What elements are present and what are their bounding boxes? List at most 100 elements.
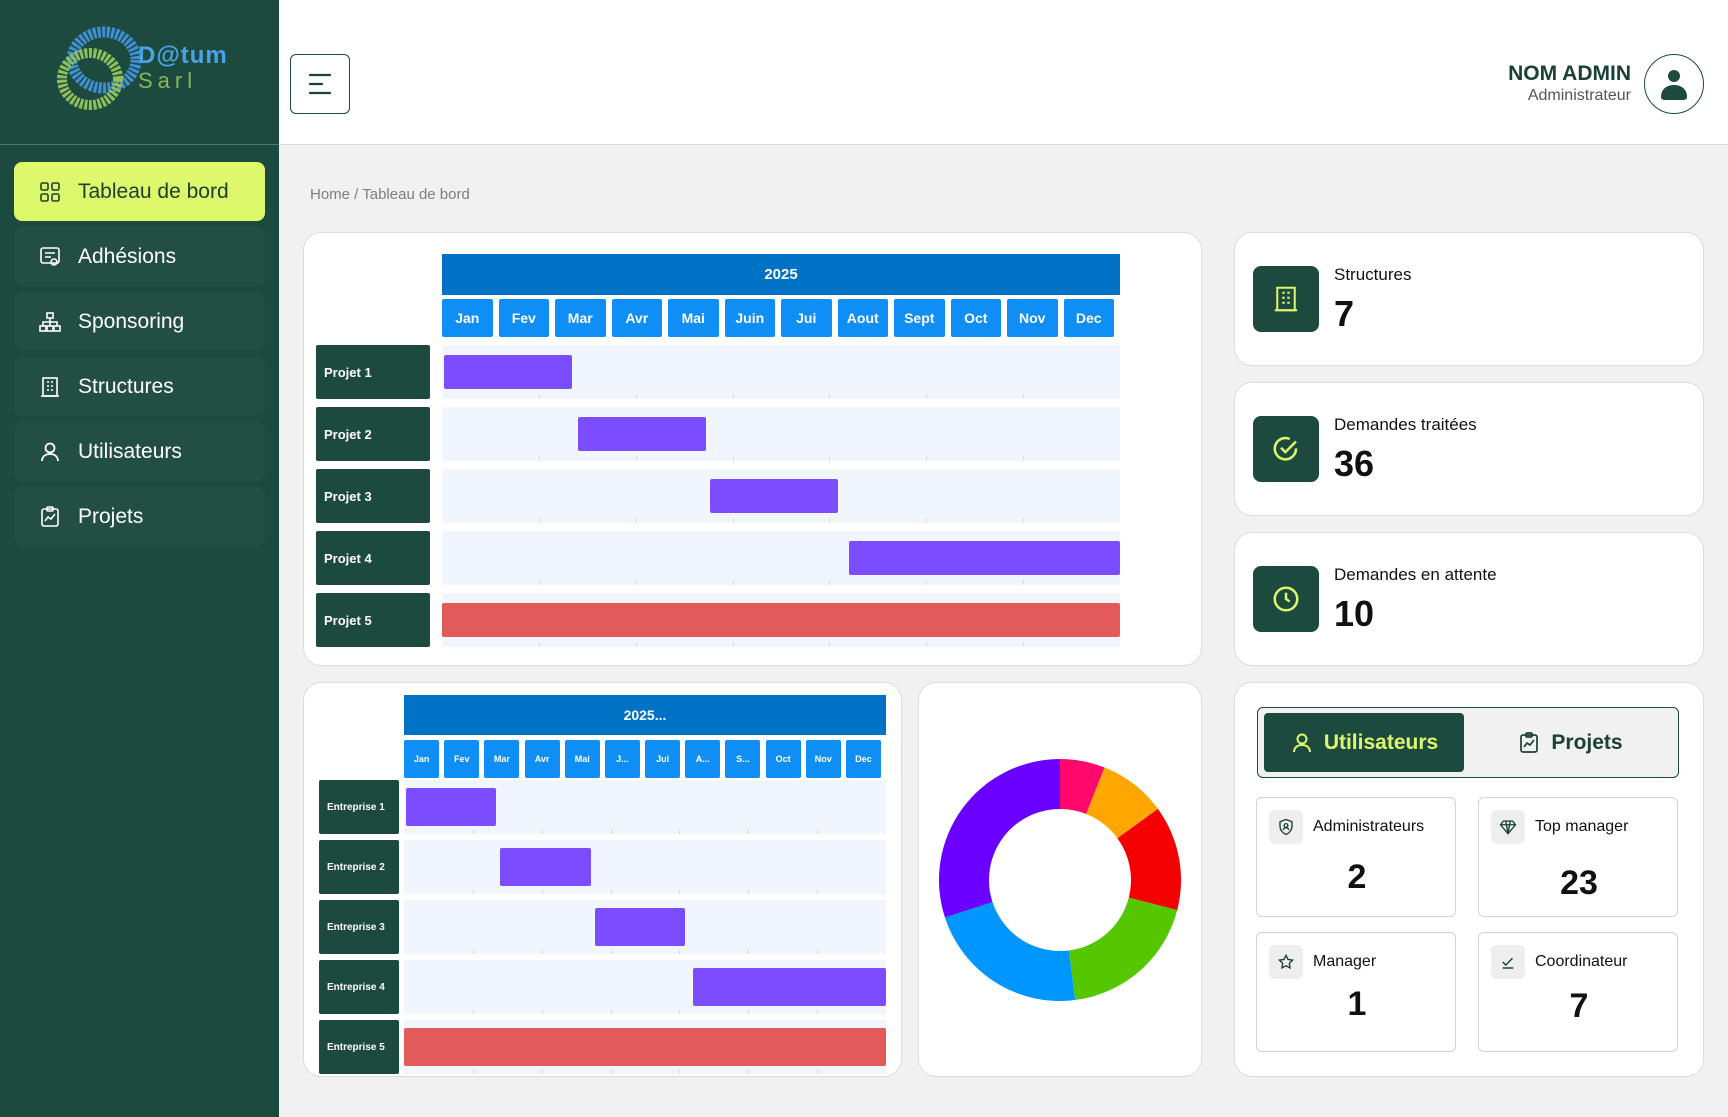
gantt-tick: [679, 1009, 681, 1014]
gantt-bar[interactable]: [594, 908, 686, 946]
sidebar: D@tum Sarl Tableau de bord Adhésions Spo…: [0, 0, 279, 1117]
shield-user-icon: [1269, 810, 1303, 844]
gantt-tick: [1023, 580, 1025, 585]
gantt-tick: [635, 642, 637, 647]
breadcrumb[interactable]: Home / Tableau de bord: [310, 186, 470, 203]
donut-slice-3[interactable]: [1068, 897, 1178, 1001]
sidebar-item-utilisateurs[interactable]: Utilisateurs: [14, 422, 265, 481]
tab-projets[interactable]: Projets: [1470, 713, 1670, 772]
role-label: Top manager: [1535, 818, 1629, 835]
gantt-tick: [748, 829, 750, 834]
brand-logo[interactable]: D@tum Sarl: [0, 0, 279, 145]
gantt-tick: [732, 456, 734, 461]
gantt-row-label: Projet 1: [316, 345, 430, 399]
gantt-month-10: Nov: [805, 740, 841, 778]
tab-label: Projets: [1551, 730, 1623, 754]
gantt-tick: [538, 642, 540, 647]
gantt-tick: [472, 889, 474, 894]
gantt-row-label: Entreprise 1: [319, 780, 399, 834]
role-value: 1: [1347, 985, 1367, 1023]
donut-chart: [939, 759, 1181, 1001]
gantt-bar[interactable]: [442, 603, 1120, 637]
gantt-month-1: Fev: [444, 740, 480, 778]
user-icon: [1292, 733, 1311, 752]
grid-icon: [40, 181, 60, 202]
diamond-icon: [1491, 810, 1525, 844]
gantt-row-label: Entreprise 3: [319, 900, 399, 954]
gantt-tick: [610, 1069, 612, 1074]
gantt-tick: [679, 889, 681, 894]
avatar[interactable]: [1644, 54, 1704, 114]
stat-label: Demandes en attente: [1334, 565, 1497, 584]
donut-slice-5[interactable]: [939, 759, 1060, 918]
gantt-tick: [635, 456, 637, 461]
stat-card-demandes-en-attente[interactable]: Demandes en attente 10: [1234, 532, 1704, 666]
gantt-month-2: Mar: [555, 299, 606, 337]
clipboard-chart-icon: [41, 505, 59, 527]
gantt-tick: [732, 642, 734, 647]
gantt-row-label: Projet 2: [316, 407, 430, 461]
sidebar-item-sponsoring[interactable]: Sponsoring: [14, 292, 265, 351]
gantt-row-label: Projet 5: [316, 593, 430, 647]
gantt-tick: [817, 829, 819, 834]
sidebar-item-projets[interactable]: Projets: [14, 487, 265, 546]
gantt-tick: [926, 518, 928, 523]
gantt-month-7: A...: [685, 740, 721, 778]
stat-value: 7: [1334, 293, 1355, 334]
gantt-bar[interactable]: [693, 968, 886, 1006]
gantt-row-label: Projet 3: [316, 469, 430, 523]
gantt-bar[interactable]: [406, 788, 497, 826]
gantt-tick: [732, 518, 734, 523]
roles-card: Utilisateurs Projets Administrateurs 2 T…: [1234, 682, 1704, 1077]
gantt-tick: [472, 829, 474, 834]
tab-label: Utilisateurs: [1323, 730, 1439, 754]
gantt-tick: [610, 1009, 612, 1014]
gantt-tick: [610, 949, 612, 954]
gantt-bar[interactable]: [444, 355, 572, 389]
building-icon: [41, 376, 59, 397]
sidebar-item-tableau-de-bord[interactable]: Tableau de bord: [14, 162, 265, 221]
role-card-top-manager[interactable]: Top manager 23: [1478, 797, 1678, 917]
gantt-tick: [926, 394, 928, 399]
gantt-row-label: Entreprise 2: [319, 840, 399, 894]
gantt-month-0: Jan: [404, 740, 440, 778]
gantt-bar[interactable]: [577, 417, 706, 451]
gantt-bar[interactable]: [500, 848, 591, 886]
hamburger-icon: [308, 73, 332, 95]
gantt-bar[interactable]: [848, 541, 1120, 575]
gantt-bar[interactable]: [404, 1028, 886, 1066]
role-card-manager[interactable]: Manager 1: [1256, 932, 1456, 1052]
gantt-tick: [1023, 394, 1025, 399]
gantt-bar[interactable]: [710, 479, 839, 513]
role-card-administrateurs[interactable]: Administrateurs 2: [1256, 797, 1456, 917]
gantt-projects-card: 2025 Jan Fev Mar Avr Mai Juin Jui Aout Sept Oct No…: [303, 232, 1202, 666]
admin-name: NOM ADMIN: [1508, 62, 1631, 85]
sidebar-item-structures[interactable]: Structures: [14, 357, 265, 416]
tab-utilisateurs[interactable]: Utilisateurs: [1264, 713, 1464, 772]
gantt-tick: [829, 642, 831, 647]
stat-card-demandes-traitees[interactable]: Demandes traitées 36: [1234, 382, 1704, 516]
gantt-month-8: S...: [725, 740, 761, 778]
gantt-month-7: Aout: [837, 299, 888, 337]
gantt-tick: [748, 1069, 750, 1074]
stat-card-structures[interactable]: Structures 7: [1234, 232, 1704, 366]
logo-mark-icon: [57, 26, 142, 110]
role-card-coordinateur[interactable]: Coordinateur 7: [1478, 932, 1678, 1052]
gantt-month-1: Fev: [498, 299, 549, 337]
gantt-entreprises-card: 2025... Jan Fev Mar Avr Mai J... Jui A... S... Oc…: [303, 682, 902, 1077]
donut-slice-4[interactable]: [944, 901, 1076, 1001]
gantt-month-4: Mai: [564, 740, 600, 778]
menu-toggle-button[interactable]: [290, 54, 350, 114]
star-icon: [1269, 945, 1303, 979]
sidebar-item-label: Projets: [78, 504, 144, 528]
gantt-tick: [817, 1069, 819, 1074]
brand-name: D@tum: [138, 42, 228, 69]
gantt-tick: [635, 580, 637, 585]
gantt-tick: [538, 518, 540, 523]
gantt-tick: [748, 889, 750, 894]
gantt-row-label: Entreprise 5: [319, 1020, 399, 1074]
gantt-year-title: 2025: [442, 254, 1120, 295]
gantt-month-3: Avr: [524, 740, 560, 778]
sidebar-item-adhesions[interactable]: Adhésions: [14, 227, 265, 286]
gantt-lane: [442, 407, 1120, 461]
